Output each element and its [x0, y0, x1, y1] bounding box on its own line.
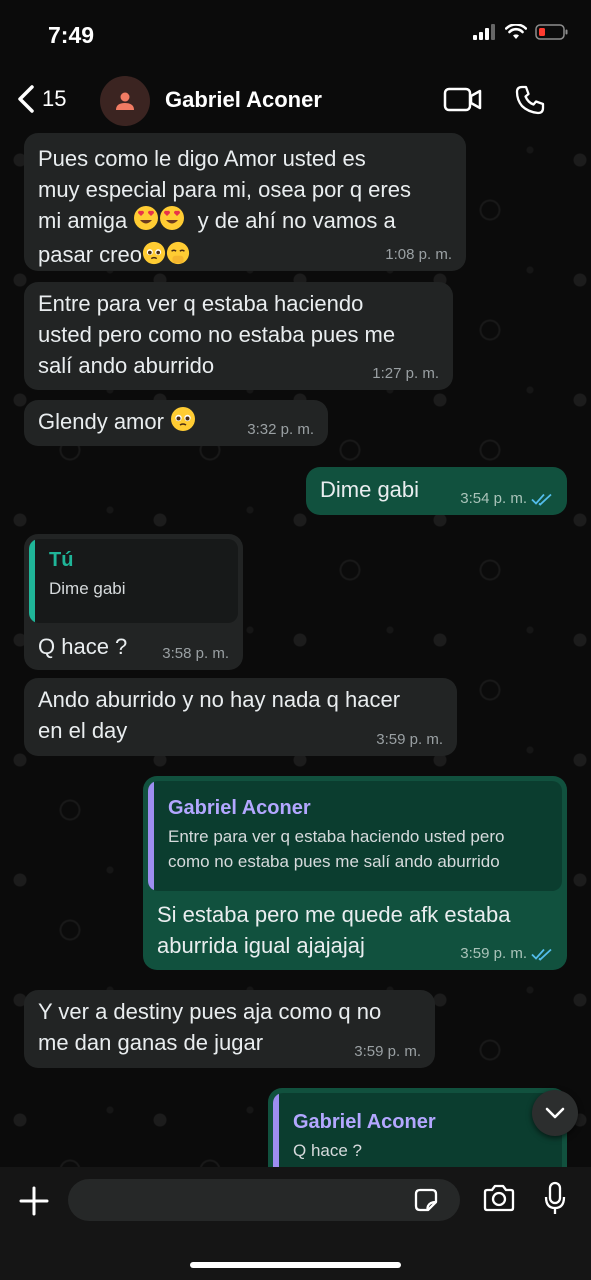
unread-count: 15 — [42, 86, 67, 111]
double-check-read-icon — [531, 948, 552, 961]
status-time: 7:49 — [48, 22, 95, 48]
input-bar — [0, 1167, 591, 1280]
camera-icon — [483, 1184, 515, 1212]
message-time: 3:59 p. m. — [460, 945, 527, 962]
message-text: Glendy amor — [38, 409, 164, 434]
pleading-face-emoji-icon — [142, 241, 166, 273]
heart-eyes-emoji-icon — [133, 205, 159, 239]
chat-header: 15 Gabriel Aconer — [0, 70, 591, 130]
sticker-icon — [414, 1188, 438, 1212]
quote-author: Tú — [49, 549, 74, 571]
message-time: 3:58 p. m. — [162, 645, 229, 662]
double-check-read-icon — [531, 493, 552, 506]
chevron-down-icon — [545, 1107, 565, 1119]
sticker-button[interactable] — [412, 1186, 440, 1219]
status-bar: 7:49 — [0, 0, 591, 70]
message-time: 3:32 p. m. — [247, 421, 314, 438]
voice-call-button[interactable] — [514, 84, 546, 121]
video-call-icon — [443, 87, 482, 112]
home-indicator — [190, 1262, 401, 1268]
message-time: 1:27 p. m. — [372, 365, 439, 382]
message-bubble-incoming[interactable]: Ando aburrido y no hay nada q hacer en e… — [24, 678, 457, 756]
scroll-to-bottom-button[interactable] — [532, 1090, 578, 1136]
quoted-message[interactable]: Tú Dime gabi — [29, 539, 238, 623]
attach-button[interactable] — [18, 1185, 50, 1222]
message-time: 3:59 p. m. — [354, 1043, 421, 1060]
quoted-message[interactable]: Gabriel Aconer Q hace ? — [273, 1093, 562, 1167]
wifi-icon — [505, 24, 527, 39]
battery-icon — [535, 24, 568, 40]
plus-icon — [19, 1186, 49, 1216]
back-chevron-icon — [18, 85, 34, 113]
chat-area[interactable]: Pues como le digo Amor usted es muy espe… — [0, 130, 591, 1167]
pleading-face-emoji-icon — [170, 406, 196, 440]
message-bubble-incoming[interactable]: Y ver a destiny pues aja como q no me da… — [24, 990, 435, 1068]
heart-eyes-emoji-icon — [159, 205, 185, 239]
message-bubble-outgoing[interactable]: Gabriel Aconer Entre para ver q estaba h… — [143, 776, 567, 970]
message-time: 1:08 p. m. — [385, 246, 452, 263]
contact-name[interactable]: Gabriel Aconer — [165, 87, 322, 113]
message-bubble-incoming[interactable]: Entre para ver q estaba haciendo usted p… — [24, 282, 453, 390]
microphone-icon — [544, 1181, 566, 1214]
message-input[interactable] — [68, 1179, 460, 1221]
camera-button[interactable] — [482, 1184, 516, 1217]
quote-text: Entre para ver q estaba haciendo usted p… — [168, 827, 505, 871]
message-bubble-outgoing[interactable]: Gabriel Aconer Q hace ? — [268, 1088, 567, 1167]
message-bubble-incoming[interactable]: Pues como le digo Amor usted es muy espe… — [24, 133, 466, 271]
video-call-button[interactable] — [443, 86, 483, 119]
status-icons — [473, 24, 569, 40]
face-holding-back-tears-emoji-icon — [166, 241, 190, 273]
quote-text: Q hace ? — [293, 1141, 362, 1160]
person-icon — [116, 92, 134, 110]
message-bubble-incoming[interactable]: Tú Dime gabi Q hace ? 3:58 p. m. — [24, 534, 243, 670]
message-bubble-incoming[interactable]: Glendy amor 3:32 p. m. — [24, 400, 328, 446]
quote-text: Dime gabi — [49, 579, 126, 598]
quote-author: Gabriel Aconer — [293, 1111, 436, 1133]
phone-icon — [515, 85, 545, 115]
message-time: 3:59 p. m. — [376, 731, 443, 748]
quoted-message[interactable]: Gabriel Aconer Entre para ver q estaba h… — [148, 781, 562, 891]
signal-icon — [473, 24, 495, 40]
quote-author: Gabriel Aconer — [168, 797, 311, 819]
avatar[interactable] — [100, 76, 150, 126]
microphone-button[interactable] — [543, 1181, 567, 1222]
message-time: 3:54 p. m. — [460, 490, 527, 507]
message-bubble-outgoing[interactable]: Dime gabi 3:54 p. m. — [306, 467, 567, 515]
back-button[interactable]: 15 — [16, 84, 66, 114]
